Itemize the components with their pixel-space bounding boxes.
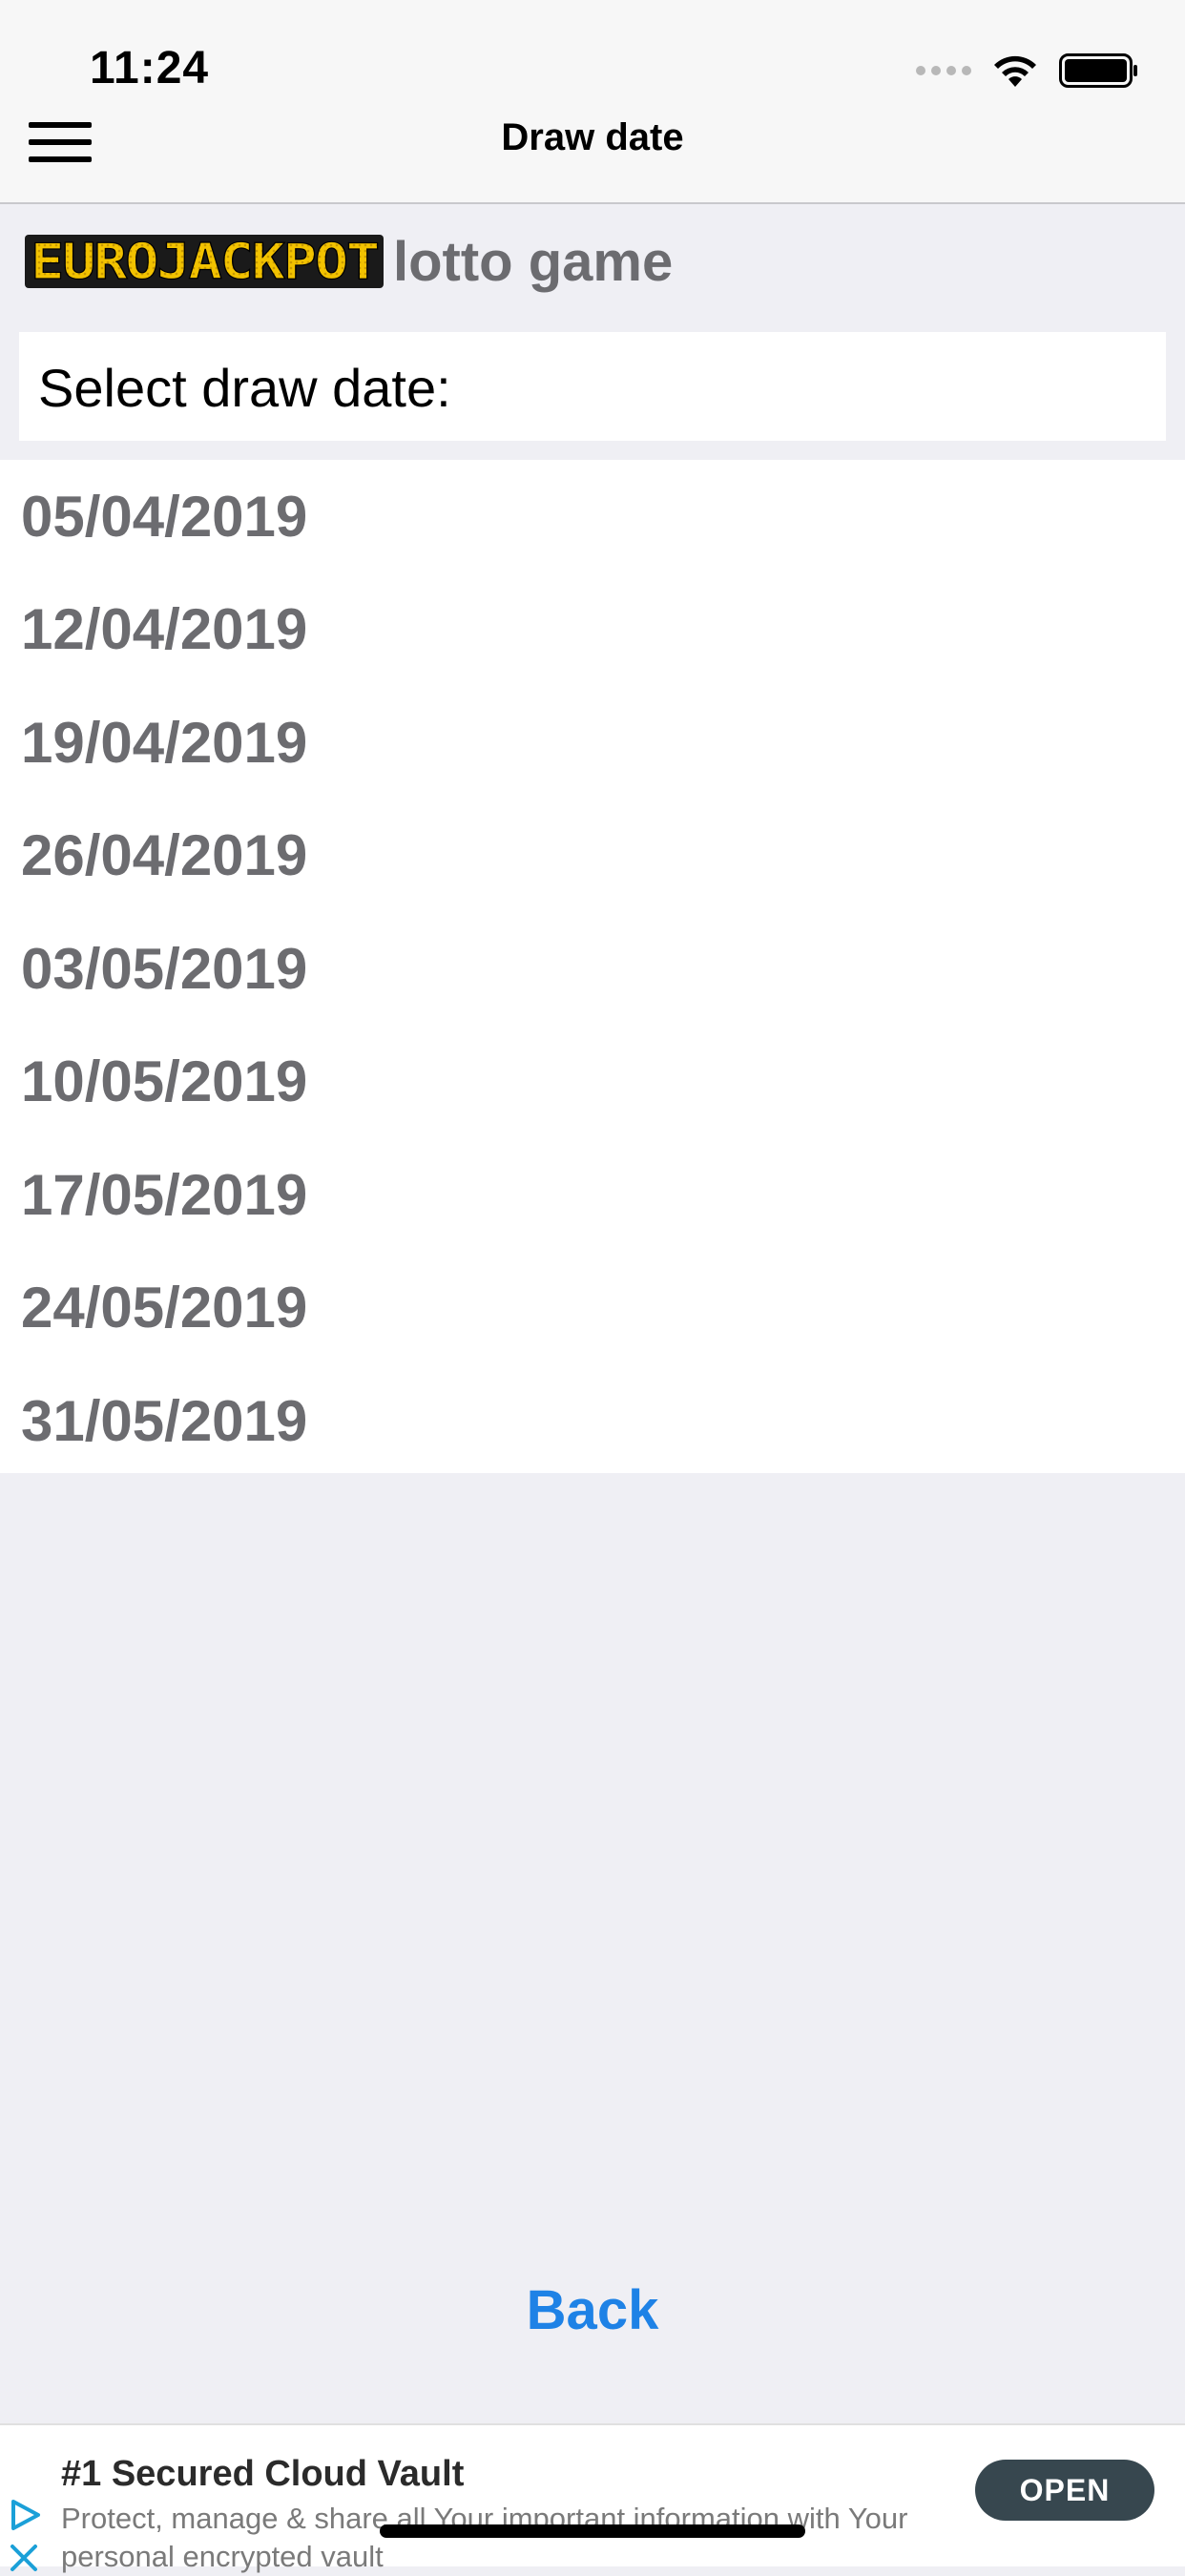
status-icons (916, 52, 1139, 90)
date-item[interactable]: 19/04/2019 (0, 686, 1185, 800)
date-item[interactable]: 17/05/2019 (0, 1138, 1185, 1252)
signal-icon (916, 66, 971, 75)
ad-description: Protect, manage & share all Your importa… (61, 2502, 908, 2573)
logo-row: EUROJACKPOT lotto game (25, 230, 674, 293)
back-button[interactable]: Back (0, 2278, 1185, 2342)
date-item[interactable]: 12/04/2019 (0, 573, 1185, 687)
date-item[interactable]: 05/04/2019 (0, 460, 1185, 573)
ad-title: #1 Secured Cloud Vault (61, 2454, 465, 2494)
ad-banner[interactable]: #1 Secured Cloud Vault Protect, manage &… (0, 2423, 1185, 2573)
page-title: Draw date (501, 116, 684, 158)
top-bar: 11:24 Draw date (0, 0, 1185, 204)
logo-subtitle: lotto game (393, 230, 674, 293)
draw-date-list: 05/04/2019 12/04/2019 19/04/2019 26/04/2… (0, 460, 1185, 1473)
date-item[interactable]: 31/05/2019 (0, 1364, 1185, 1478)
battery-icon (1059, 53, 1137, 88)
date-item[interactable]: 03/05/2019 (0, 912, 1185, 1026)
home-indicator (380, 2524, 805, 2538)
close-icon[interactable] (8, 2542, 40, 2574)
ad-open-button[interactable]: OPEN (975, 2460, 1154, 2521)
eurojackpot-logo: EUROJACKPOT (25, 233, 384, 292)
select-header: Select draw date: (19, 332, 1166, 441)
ad-choices-icon[interactable] (8, 2498, 42, 2532)
select-label: Select draw date: (38, 358, 451, 418)
date-item[interactable]: 10/05/2019 (0, 1026, 1185, 1139)
date-item[interactable]: 26/04/2019 (0, 800, 1185, 913)
svg-text:EUROJACKPOT: EUROJACKPOT (31, 234, 379, 291)
status-time: 11:24 (90, 43, 210, 93)
date-item[interactable]: 24/05/2019 (0, 1252, 1185, 1365)
wifi-icon (994, 55, 1036, 87)
